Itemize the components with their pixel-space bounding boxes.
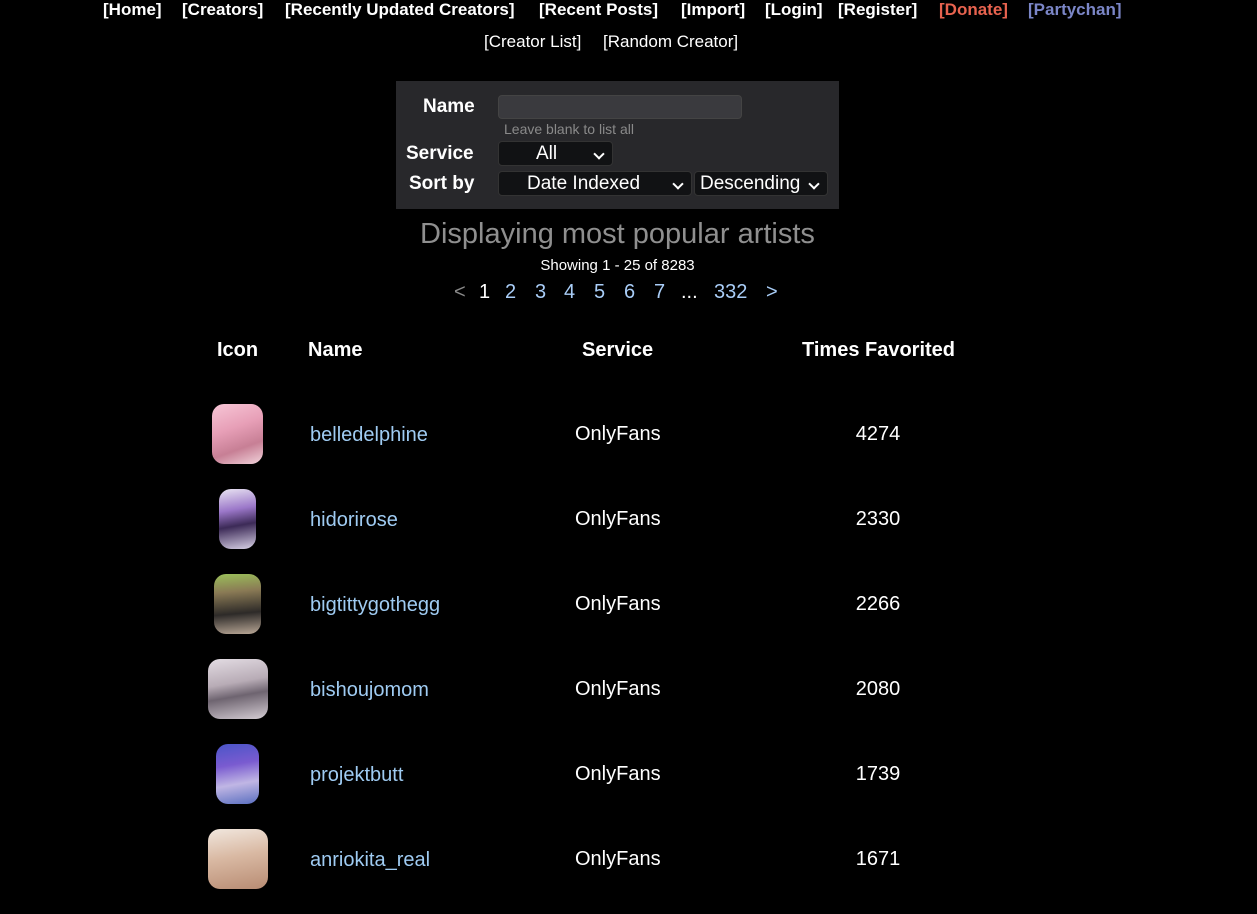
- pagination: < 1 2 3 4 5 6 7 ... 332 >: [0, 281, 1257, 305]
- chevron-down-icon: [808, 178, 820, 190]
- service-selected-value: All: [536, 143, 558, 164]
- column-header-icon: Icon: [217, 339, 259, 361]
- name-search-input[interactable]: [498, 95, 742, 119]
- service-select[interactable]: All: [498, 141, 613, 166]
- sort-order-select[interactable]: Descending: [694, 171, 828, 196]
- chevron-down-icon: [672, 178, 684, 190]
- column-header-favorited: Times Favorited: [802, 339, 956, 361]
- prev-page-button: <: [454, 281, 466, 303]
- page-link[interactable]: 7: [654, 281, 665, 304]
- nav-import-link[interactable]: [Import]: [681, 0, 745, 20]
- favorited-cell: 2080: [855, 678, 901, 700]
- table-row: bigtittygothegg OnlyFans 2266: [0, 574, 1257, 659]
- nav-home-link[interactable]: [Home]: [103, 0, 162, 20]
- nav-recent-posts-link[interactable]: [Recent Posts]: [539, 0, 658, 20]
- column-header-name: Name: [308, 339, 363, 361]
- favorited-cell: 4274: [855, 423, 901, 445]
- page-headline: Displaying most popular artists: [420, 218, 815, 250]
- last-page-link[interactable]: 332: [714, 281, 747, 304]
- table-row: projektbutt OnlyFans 1739: [0, 744, 1257, 829]
- nav-random-creator-link[interactable]: [Random Creator]: [603, 32, 738, 52]
- results-count: Showing 1 - 25 of 8283: [540, 257, 695, 274]
- nav-partychan-link[interactable]: [Partychan]: [1028, 0, 1122, 20]
- name-label: Name: [423, 96, 475, 117]
- favorited-cell: 2266: [855, 593, 901, 615]
- service-label: Service: [406, 143, 474, 164]
- sort-order-value: Descending: [700, 173, 801, 194]
- sort-field-value: Date Indexed: [527, 173, 641, 194]
- column-header-service: Service: [582, 339, 654, 361]
- page-link[interactable]: 6: [624, 281, 635, 304]
- page-link[interactable]: 2: [505, 281, 516, 304]
- nav-login-link[interactable]: [Login]: [765, 0, 823, 20]
- nav-recently-updated-link[interactable]: [Recently Updated Creators]: [285, 0, 515, 20]
- pagination-ellipsis: ...: [681, 281, 698, 303]
- page-link[interactable]: 3: [535, 281, 546, 304]
- chevron-down-icon: [593, 148, 605, 160]
- table-row: anriokita_real OnlyFans 1671: [0, 829, 1257, 914]
- favorited-cell: 1739: [855, 763, 901, 785]
- favorited-cell: 1671: [855, 848, 901, 870]
- nav-register-link[interactable]: [Register]: [838, 0, 917, 20]
- nav-creator-list-link[interactable]: [Creator List]: [484, 32, 581, 52]
- table-row: belledelphine OnlyFans 4274: [0, 404, 1257, 489]
- sortby-label: Sort by: [409, 173, 475, 194]
- favorited-cell: 2330: [855, 508, 901, 530]
- page-link[interactable]: 4: [564, 281, 575, 304]
- next-page-button[interactable]: >: [766, 281, 778, 304]
- top-nav: [Home] [Creators] [Recently Updated Crea…: [0, 0, 1257, 22]
- page-link[interactable]: 5: [594, 281, 605, 304]
- sort-field-select[interactable]: Date Indexed: [498, 171, 692, 196]
- nav-creators-link[interactable]: [Creators]: [182, 0, 263, 20]
- nav-donate-link[interactable]: [Donate]: [939, 0, 1008, 20]
- table-row: bishoujomom OnlyFans 2080: [0, 659, 1257, 744]
- name-hint: Leave blank to list all: [504, 121, 634, 137]
- search-form: Name Leave blank to list all Service All…: [396, 81, 839, 209]
- table-row: hidorirose OnlyFans 2330: [0, 489, 1257, 574]
- current-page: 1: [479, 281, 491, 303]
